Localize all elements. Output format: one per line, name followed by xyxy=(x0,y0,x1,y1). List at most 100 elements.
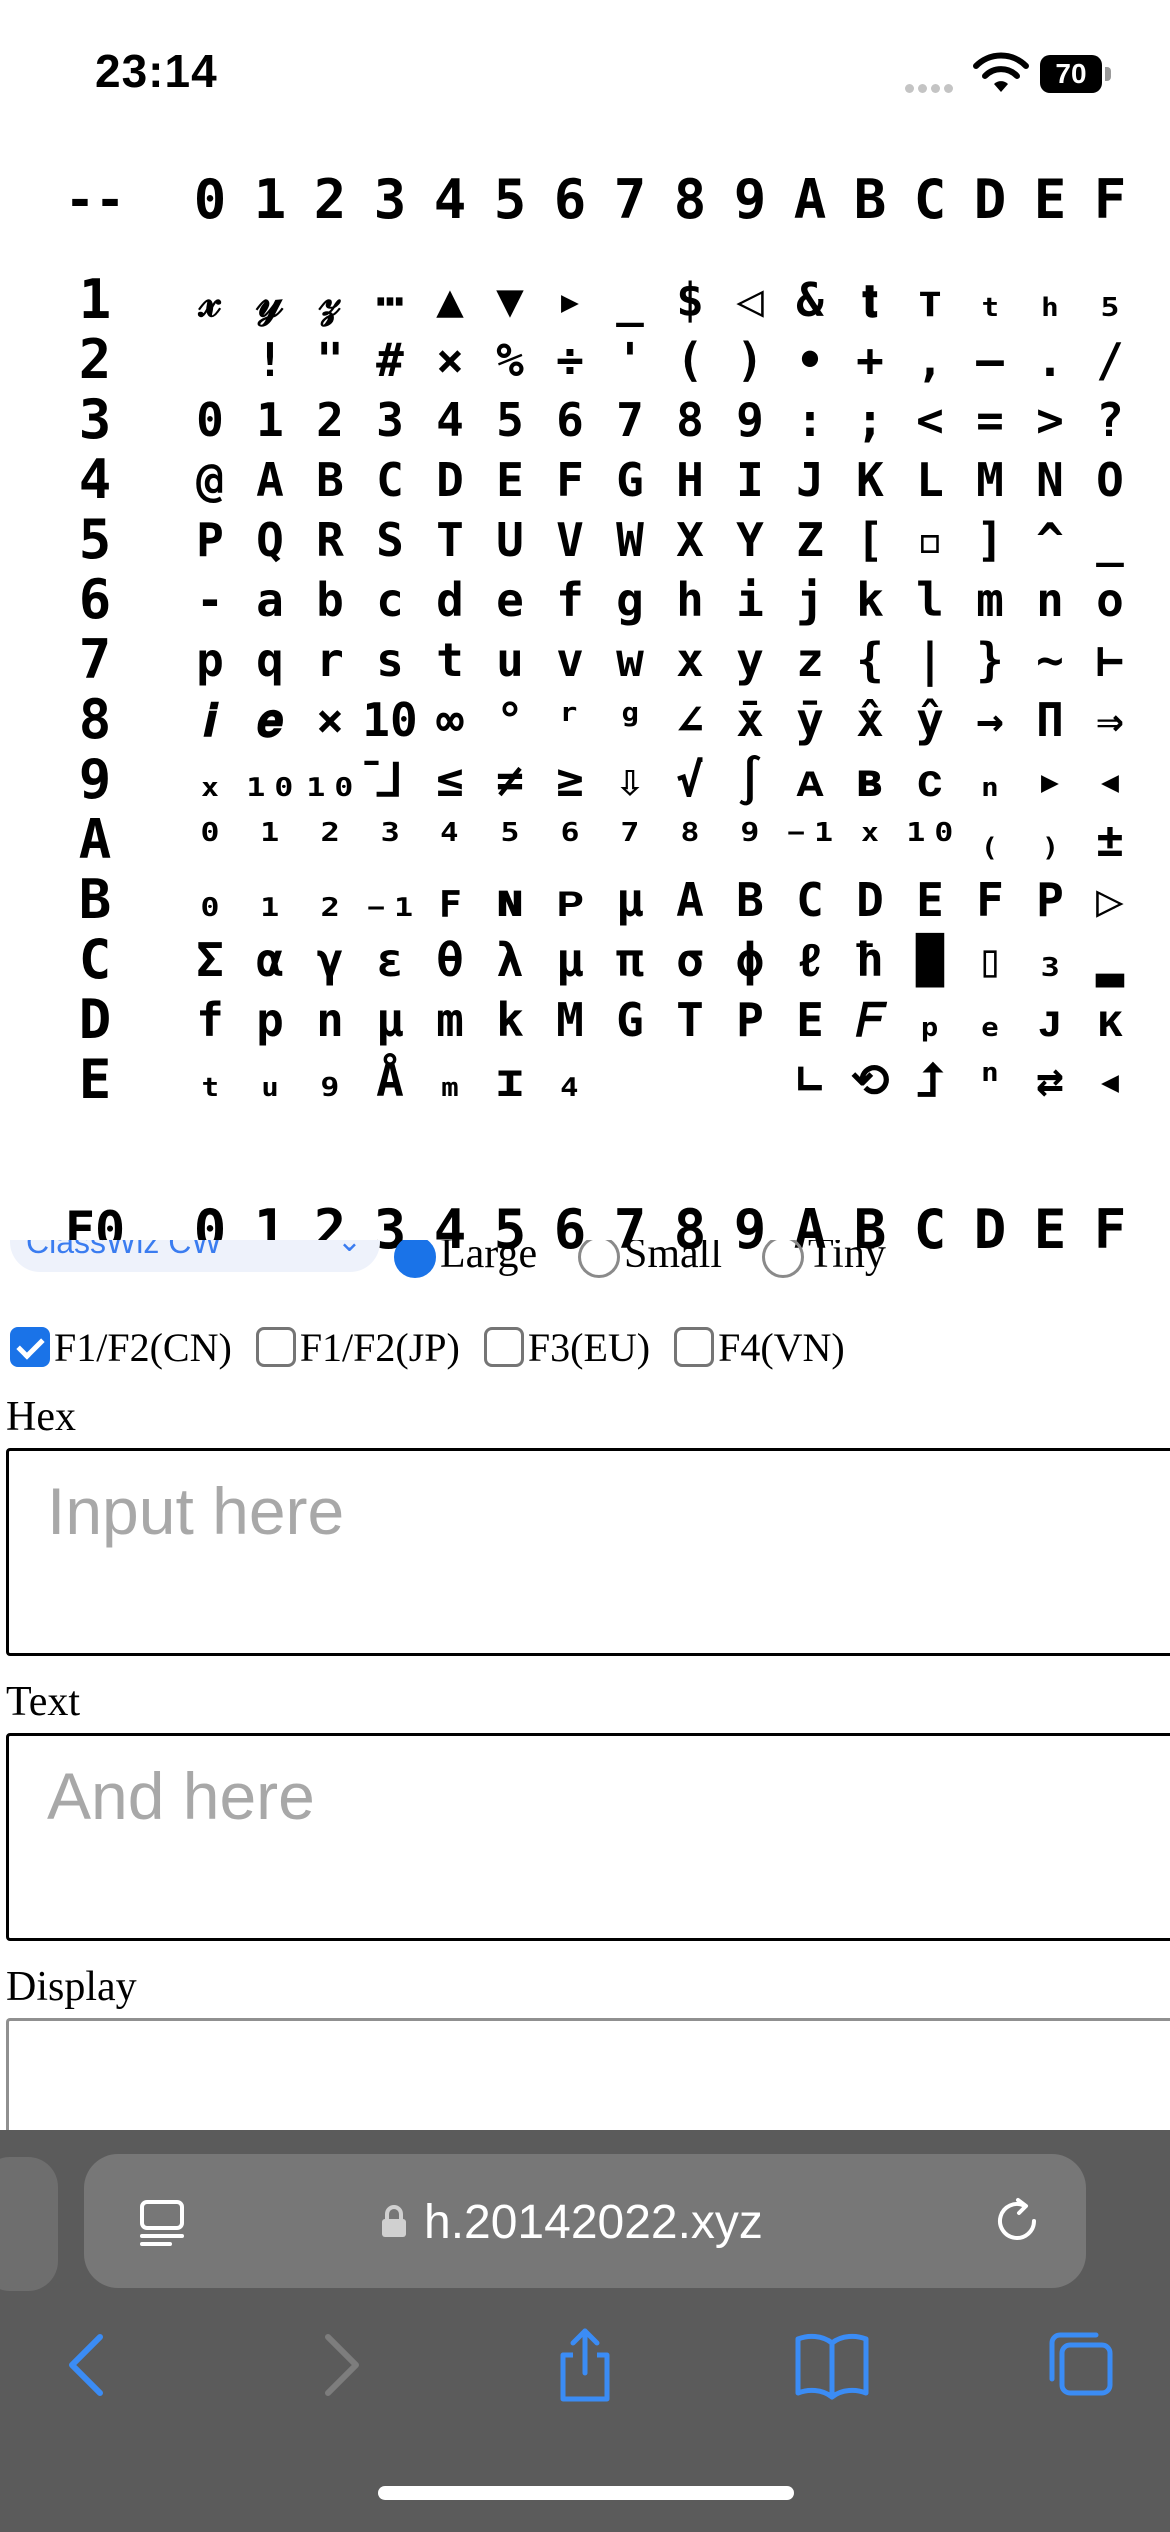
radio-size-small[interactable]: Small xyxy=(578,1240,722,1278)
checkbox-font-cn[interactable]: F1/F2(CN) xyxy=(10,1318,232,1378)
glyph-cell: w xyxy=(616,633,644,687)
checkbox-label: F4(VN) xyxy=(718,1325,845,1370)
glyph-cell: P xyxy=(1036,873,1064,927)
glyph-row: A ⁰ ¹ ² ³ ⁴ ⁵ ⁶ ⁷ ⁸ ⁹ ⁻¹ ˣ ¹⁰ ₍ ₎ ± xyxy=(0,810,1170,870)
glyph-cell: } xyxy=(976,633,1004,687)
previous-tab-peek[interactable] xyxy=(0,2157,58,2291)
hex-label: Hex xyxy=(6,1394,76,1440)
text-label: Text xyxy=(6,1679,81,1725)
radio-size-tiny[interactable]: Tiny xyxy=(762,1240,886,1278)
glyph-row: 8 𝒊 𝒆 × 10 ∞ ° ʳ ᵍ ∠ x̄ ȳ x̂ ŷ → Π ⇒ xyxy=(0,690,1170,750)
glyph-cell: E xyxy=(796,993,824,1047)
glyph-cell: m xyxy=(976,573,1004,627)
options-row: ClassWiz CW ⌄ Large Small Tiny xyxy=(0,1240,1170,1278)
glyph-cell: r xyxy=(316,633,344,687)
glyph-cell: g xyxy=(616,573,644,627)
glyph-cell: M xyxy=(976,453,1004,507)
glyph-cell: A xyxy=(676,873,704,927)
glyph-cell: α xyxy=(256,933,284,987)
glyph-cell: R xyxy=(316,513,344,567)
glyph-cell: × xyxy=(316,693,344,747)
glyph-cell: ʙ xyxy=(856,753,884,807)
status-time: 23:14 xyxy=(95,45,218,97)
glyph-cell: v xyxy=(556,633,584,687)
header-col-2: 2 xyxy=(313,168,347,231)
glyph-cell: ⇒ xyxy=(1096,693,1124,747)
glyph-cell: ᴀ xyxy=(796,753,824,807)
glyph-cell: ³ xyxy=(376,813,404,867)
glyph-cell: ᴛ xyxy=(916,273,944,327)
glyph-row: 6 -abcdefghijklmno xyxy=(0,570,1170,630)
glyph-cell: ⁷ xyxy=(616,813,644,867)
glyph-cell: G xyxy=(616,453,644,507)
checkbox-font-jp[interactable]: F1/F2(JP) xyxy=(255,1318,460,1378)
glyph-cell: ▼ xyxy=(496,273,524,327)
checkbox-label: F1/F2(JP) xyxy=(299,1325,460,1370)
glyph-cell: ᴄ xyxy=(916,753,944,807)
glyph-cell: ₜ xyxy=(976,273,1004,327)
radio-label: Tiny xyxy=(808,1240,886,1277)
page-menu-icon[interactable] xyxy=(136,2196,188,2248)
bookmarks-icon[interactable] xyxy=(792,2325,872,2405)
glyph-cell: K xyxy=(856,453,884,507)
glyph-cell: × xyxy=(436,333,464,387)
glyph-cell: D xyxy=(856,873,884,927)
address-bar[interactable]: h.20142022.xyz xyxy=(84,2154,1086,2288)
glyph-cell: ▫ xyxy=(916,513,944,567)
reload-icon[interactable] xyxy=(990,2194,1044,2248)
glyph-cell: S xyxy=(376,513,404,567)
glyph-cell: 𝐭 xyxy=(862,273,878,327)
radio-size-large[interactable]: Large xyxy=(394,1240,537,1278)
tabs-icon[interactable] xyxy=(1040,2325,1120,2405)
glyph-cell: ÷ xyxy=(556,333,584,387)
checkbox-unchecked-icon xyxy=(255,1327,296,1367)
glyph-cell: y xyxy=(736,633,764,687)
glyph-cell: 4 xyxy=(436,393,464,447)
text-input[interactable]: And here xyxy=(6,1733,1170,1941)
glyph-cell: ˣ xyxy=(856,813,884,867)
row-label: 9 xyxy=(78,748,112,811)
glyph-cell: " xyxy=(316,333,344,387)
glyph-cell: 𝒊 xyxy=(203,693,217,747)
forward-icon[interactable] xyxy=(300,2325,380,2405)
glyph-row: 9 ₓ ₁₀ ₁₀̄ ⅃ ≤ ≠ ≥ ⇩ √ ∫ ᴀ ʙ ᴄ ₙ ▸ ◂ xyxy=(0,750,1170,810)
row-label: 2 xyxy=(78,328,112,391)
checkbox-label: F3(EU) xyxy=(527,1325,651,1370)
glyph-cell: ¹ xyxy=(256,813,284,867)
glyph-cell: F xyxy=(556,453,584,507)
model-select[interactable]: ClassWiz CW ⌄ xyxy=(10,1240,380,1272)
header-col-15: F xyxy=(1093,168,1127,231)
hex-input[interactable]: Input here xyxy=(6,1448,1170,1656)
glyph-cell: ( xyxy=(676,333,704,387)
glyph-cell: Å xyxy=(376,1053,404,1107)
glyph-cell: [ xyxy=(856,513,884,567)
glyph-cell: - xyxy=(196,573,224,627)
checkbox-font-eu[interactable]: F3(EU) xyxy=(483,1318,651,1378)
glyph-cell: ℓ xyxy=(796,933,824,987)
glyph-cell: μ xyxy=(556,933,584,987)
glyph-cell: 3 xyxy=(376,393,404,447)
glyph-cell: ₜ xyxy=(196,1053,224,1107)
glyph-cell: + xyxy=(856,333,884,387)
glyph-cell: ₕ xyxy=(1036,273,1064,327)
glyph-row: 3 0 1 2 3 4 5 6 7 8 9:; < = >? xyxy=(0,390,1170,450)
glyph-cell: ⟲ xyxy=(850,1053,890,1107)
glyph-cell: , xyxy=(916,333,944,387)
glyph-cell: ◁ xyxy=(736,273,764,327)
glyph-cell: P xyxy=(736,993,764,1047)
glyph-cell: L xyxy=(916,453,944,507)
glyph-cell: n xyxy=(316,993,344,1047)
glyph-cell: ≤ xyxy=(436,753,464,807)
checkbox-font-vn[interactable]: F4(VN) xyxy=(674,1318,845,1378)
display-label: Display xyxy=(6,1964,137,2010)
cellular-signal-icon xyxy=(905,80,957,98)
back-icon[interactable] xyxy=(48,2325,128,2405)
glyph-cell: ⊢ xyxy=(1096,633,1124,687)
glyph-cell: ɪ xyxy=(496,1053,524,1107)
share-icon[interactable] xyxy=(545,2325,625,2405)
radio-checked-icon xyxy=(394,1240,436,1278)
glyph-cell: ₀ xyxy=(196,873,224,927)
glyph-cell: ₍ xyxy=(976,813,1004,867)
glyph-cell: e xyxy=(496,573,524,627)
header-col-1: 1 xyxy=(253,168,287,231)
